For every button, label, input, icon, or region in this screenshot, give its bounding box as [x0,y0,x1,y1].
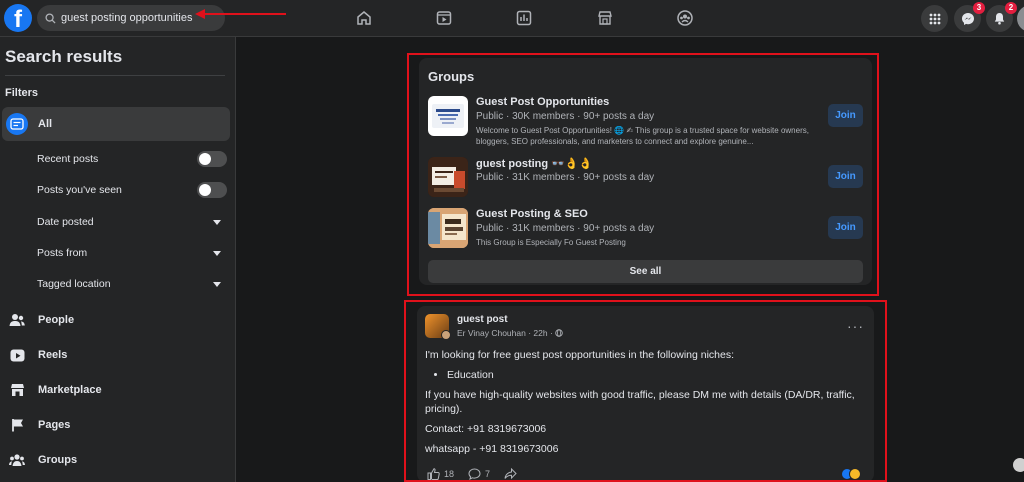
groups-icon [6,449,28,471]
filter-posts-from[interactable]: Posts from [37,243,227,263]
sidebar-item-people[interactable]: People [2,303,230,337]
filter-label: Date posted [37,216,94,228]
marketplace-icon[interactable] [596,9,614,27]
menu-button[interactable] [921,5,948,32]
annotation-highlight-box [404,300,887,482]
groups-icon[interactable] [676,9,694,27]
divider [5,75,225,76]
home-icon[interactable] [355,9,373,27]
filter-tagged-location[interactable]: Tagged location [37,274,227,294]
sidebar-item-all[interactable]: All [2,107,230,141]
filter-recent-posts[interactable]: Recent posts [37,149,227,169]
sidebar-item-marketplace[interactable]: Marketplace [2,373,230,407]
grid-menu-icon [929,13,940,24]
messenger-button[interactable]: 3 [954,2,985,32]
chevron-down-icon [213,281,221,287]
messenger-badge: 3 [973,2,985,14]
filter-label: Recent posts [37,153,99,165]
sidebar-item-label: Marketplace [38,384,102,396]
people-icon [6,309,28,331]
sidebar-item-label: Reels [38,349,68,361]
bell-icon [994,13,1005,25]
filter-posts-seen[interactable]: Posts you've seen [37,180,227,200]
notifications-button[interactable]: 2 [986,2,1017,32]
sidebar-item-pages[interactable]: Pages [2,408,230,442]
messenger-icon [961,12,974,25]
annotation-highlight-box [407,53,879,296]
scroll-handle[interactable] [1013,458,1024,472]
search-sidebar: Search results Filters All Recent posts … [0,37,236,482]
filters-label: Filters [5,87,39,99]
filter-label: Tagged location [37,278,111,290]
sidebar-title: Search results [5,47,123,66]
chevron-down-icon [213,250,221,256]
flag-icon [6,414,28,436]
top-bar: f 3 2 [0,0,1024,37]
sidebar-item-label: All [38,118,53,130]
sidebar-item-label: Pages [38,419,71,431]
filter-label: Posts from [37,247,88,259]
posts-seen-toggle[interactable] [197,182,227,198]
chart-icon[interactable] [515,9,533,27]
chevron-down-icon [213,219,221,225]
video-icon[interactable] [435,9,453,27]
sidebar-item-groups[interactable]: Groups [2,443,230,477]
filter-date-posted[interactable]: Date posted [37,212,227,232]
recent-posts-toggle[interactable] [197,151,227,167]
filter-label: Posts you've seen [37,184,122,196]
search-icon [45,12,56,24]
all-icon [6,113,28,135]
reels-icon [6,344,28,366]
sidebar-item-label: Groups [38,454,78,466]
annotation-arrow-icon [195,9,286,19]
sidebar-item-label: People [38,314,75,326]
notifications-badge: 2 [1005,2,1017,14]
profile-avatar[interactable] [1017,5,1024,32]
marketplace-icon [6,379,28,401]
facebook-logo[interactable]: f [4,4,32,32]
sidebar-item-reels[interactable]: Reels [2,338,230,372]
